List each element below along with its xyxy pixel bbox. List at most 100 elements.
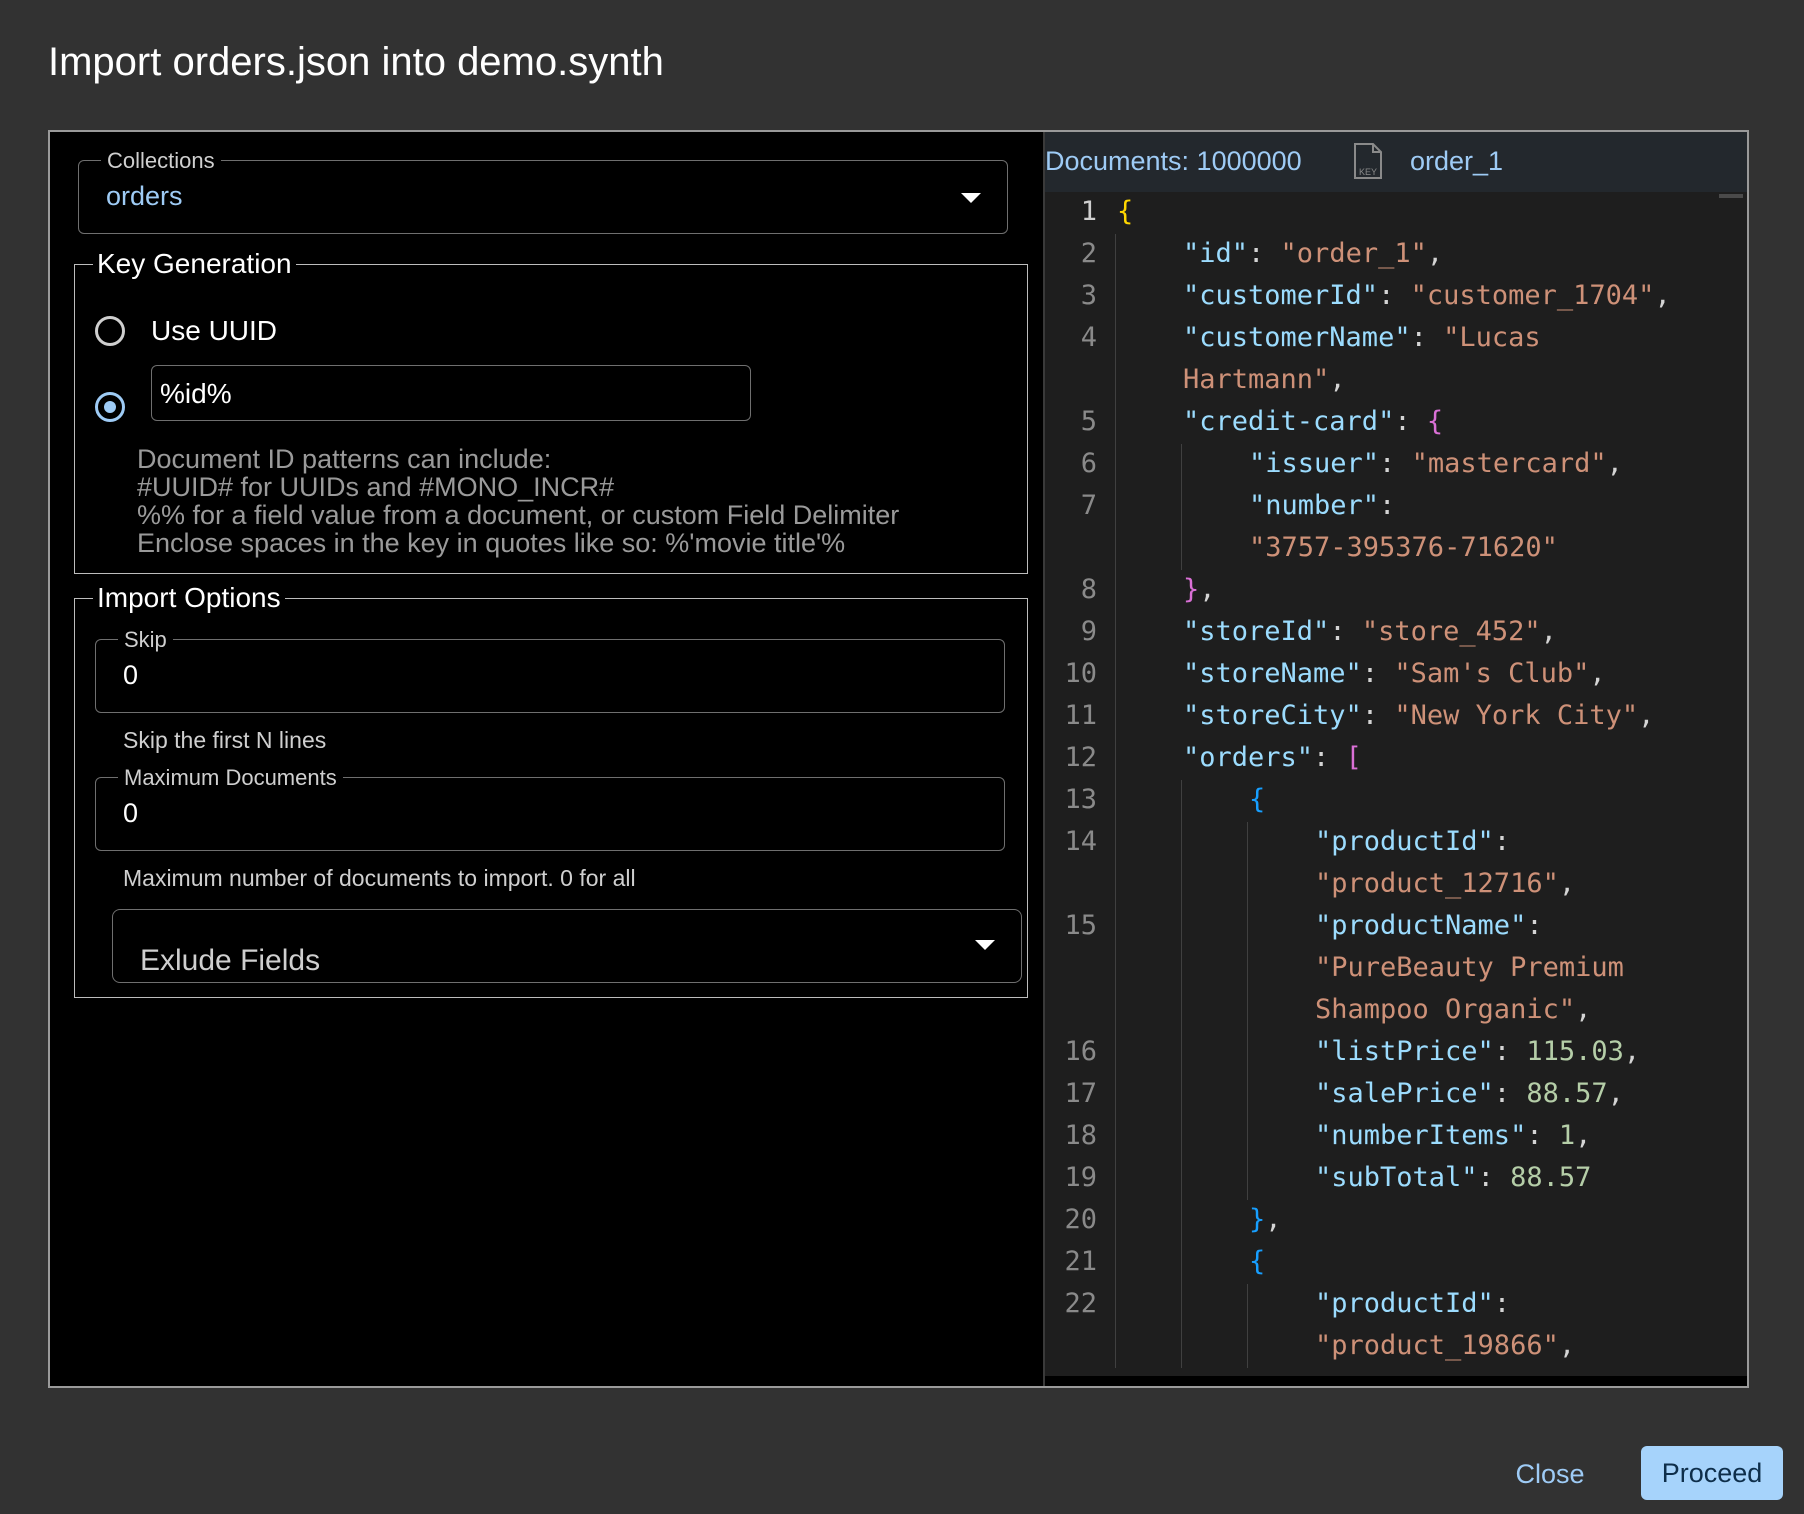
code-text: "storeCity": "New York City", bbox=[1183, 700, 1655, 731]
indent-guide bbox=[1247, 822, 1248, 1200]
json-editor[interactable]: 1{ 2 "id": "order_1", 3 "customerId": "custo… bbox=[1045, 192, 1747, 1376]
line-number: 9 bbox=[1080, 616, 1097, 647]
code-text: "product_12716", bbox=[1315, 868, 1576, 899]
code-line: Hartmann", bbox=[1045, 360, 1747, 402]
current-key: order_1 bbox=[1410, 146, 1504, 176]
import-panel: Collections orders Key Generation Use UU… bbox=[48, 130, 1749, 1388]
code-line: 1{ bbox=[1045, 192, 1747, 234]
line-number: 14 bbox=[1064, 826, 1097, 857]
code-text: { bbox=[1249, 784, 1266, 815]
line-number: 8 bbox=[1080, 574, 1097, 605]
key-icon-text: KEY bbox=[1359, 167, 1377, 177]
code-line: 17 "salePrice": 88.57, bbox=[1045, 1074, 1747, 1116]
skip-field[interactable]: Skip 0 bbox=[95, 627, 1005, 713]
code-text: "product_19866", bbox=[1315, 1330, 1576, 1361]
indent-guide bbox=[1181, 780, 1182, 1368]
max-documents-field[interactable]: Maximum Documents 0 bbox=[95, 765, 1005, 851]
code-text: "productId": bbox=[1315, 1288, 1511, 1319]
code-line: 10 "storeName": "Sam's Club", bbox=[1045, 654, 1747, 696]
line-number: 21 bbox=[1064, 1246, 1097, 1277]
code-line: 9 "storeId": "store_452", bbox=[1045, 612, 1747, 654]
scrollbar-thumb[interactable] bbox=[1719, 194, 1743, 198]
code-line: 19 "subTotal": 88.57 bbox=[1045, 1158, 1747, 1200]
code-line: 18 "numberItems": 1, bbox=[1045, 1116, 1747, 1158]
hint-line: Enclose spaces in the key in quotes like… bbox=[137, 528, 846, 558]
line-number: 20 bbox=[1064, 1204, 1097, 1235]
line-number: 16 bbox=[1064, 1036, 1097, 1067]
import-options-group: Import Options Skip 0 Skip the first N l… bbox=[74, 582, 1028, 998]
collections-select[interactable]: Collections orders bbox=[78, 148, 1008, 234]
preview-toolbar: Documents: 1000000 KEY order_1 bbox=[1045, 132, 1747, 192]
exclude-fields-label: Exlude Fields bbox=[140, 944, 321, 977]
line-number: 3 bbox=[1080, 280, 1097, 311]
chevron-down-icon bbox=[961, 193, 981, 203]
line-number: 2 bbox=[1080, 238, 1097, 269]
key-generation-group: Key Generation Use UUID %id% Document ID… bbox=[74, 248, 1028, 574]
code-line: 20}, bbox=[1045, 1200, 1747, 1242]
code-line: 13 { bbox=[1045, 780, 1747, 822]
code-line: 11 "storeCity": "New York City", bbox=[1045, 696, 1747, 738]
code-text: "numberItems": 1, bbox=[1315, 1120, 1592, 1151]
use-uuid-radio[interactable] bbox=[95, 316, 125, 346]
code-line: "product_19866", bbox=[1045, 1326, 1747, 1368]
line-number: 6 bbox=[1080, 448, 1097, 479]
import-options-legend: Import Options bbox=[93, 582, 285, 614]
line-number: 19 bbox=[1064, 1162, 1097, 1193]
code-text: "subTotal": 88.57 bbox=[1315, 1162, 1592, 1193]
dialog-title: Import orders.json into demo.synth bbox=[48, 40, 664, 84]
line-number: 4 bbox=[1080, 322, 1097, 353]
indent-guide bbox=[1247, 1284, 1248, 1368]
code-line: 7 "number": bbox=[1045, 486, 1747, 528]
code-text: "3757-395376-71620" bbox=[1249, 532, 1558, 563]
code-line: 6 "issuer": "mastercard", bbox=[1045, 444, 1747, 486]
code-text: "credit-card": { bbox=[1183, 406, 1444, 437]
horizontal-scrollbar[interactable] bbox=[1045, 1376, 1747, 1386]
line-number: 13 bbox=[1064, 784, 1097, 815]
collections-value: orders bbox=[106, 181, 183, 211]
code-text: }, bbox=[1183, 574, 1216, 605]
code-line: 8}, bbox=[1045, 570, 1747, 612]
code-text: }, bbox=[1249, 1204, 1282, 1235]
line-number: 10 bbox=[1064, 658, 1097, 689]
code-line: 5 "credit-card": { bbox=[1045, 402, 1747, 444]
code-line: 22 "productId": bbox=[1045, 1284, 1747, 1326]
code-text: "issuer": "mastercard", bbox=[1249, 448, 1623, 479]
documents-count: Documents: 1000000 bbox=[1045, 146, 1302, 176]
code-text: "customerName": "Lucas bbox=[1183, 322, 1541, 353]
key-pattern-value: %id% bbox=[160, 378, 232, 409]
skip-label: Skip bbox=[118, 627, 173, 653]
key-pattern-hint: Document ID patterns can include: #UUID#… bbox=[137, 445, 899, 557]
key-pattern-input[interactable]: %id% bbox=[151, 365, 751, 421]
code-line: 12 "orders": [ bbox=[1045, 738, 1747, 780]
exclude-fields-select[interactable]: Exlude Fields bbox=[112, 909, 1022, 983]
line-number: 7 bbox=[1080, 490, 1097, 521]
max-documents-label: Maximum Documents bbox=[118, 765, 343, 791]
key-file-icon[interactable]: KEY bbox=[1353, 142, 1383, 180]
hint-line: Document ID patterns can include: bbox=[137, 444, 552, 474]
skip-value: 0 bbox=[123, 660, 139, 690]
use-uuid-label: Use UUID bbox=[151, 315, 278, 346]
code-line: 16 "listPrice": 115.03, bbox=[1045, 1032, 1747, 1074]
line-number: 5 bbox=[1080, 406, 1097, 437]
code-text: "customerId": "customer_1704", bbox=[1183, 280, 1671, 311]
code-text: "storeId": "store_452", bbox=[1183, 616, 1557, 647]
code-text: "storeName": "Sam's Club", bbox=[1183, 658, 1606, 689]
code-text: "id": "order_1", bbox=[1183, 238, 1444, 269]
proceed-button[interactable]: Proceed bbox=[1641, 1446, 1783, 1500]
code-text: "number": bbox=[1249, 490, 1396, 521]
code-line: Shampoo Organic", bbox=[1045, 990, 1747, 1032]
close-button[interactable]: Close bbox=[1500, 1448, 1600, 1500]
pattern-radio[interactable] bbox=[95, 392, 125, 422]
indent-guide bbox=[1115, 234, 1116, 1368]
hint-line: %% for a field value from a document, or… bbox=[137, 500, 900, 530]
code-text: "salePrice": 88.57, bbox=[1315, 1078, 1624, 1109]
code-line: "3757-395376-71620" bbox=[1045, 528, 1747, 570]
code-text: Shampoo Organic", bbox=[1315, 994, 1592, 1025]
code-line: 2 "id": "order_1", bbox=[1045, 234, 1747, 276]
code-text: "productName": bbox=[1315, 910, 1543, 941]
line-number: 18 bbox=[1064, 1120, 1097, 1151]
collections-label: Collections bbox=[101, 148, 221, 174]
code-text: "listPrice": 115.03, bbox=[1315, 1036, 1641, 1067]
code-text: { bbox=[1117, 196, 1134, 227]
options-pane: Collections orders Key Generation Use UU… bbox=[50, 132, 1043, 1386]
